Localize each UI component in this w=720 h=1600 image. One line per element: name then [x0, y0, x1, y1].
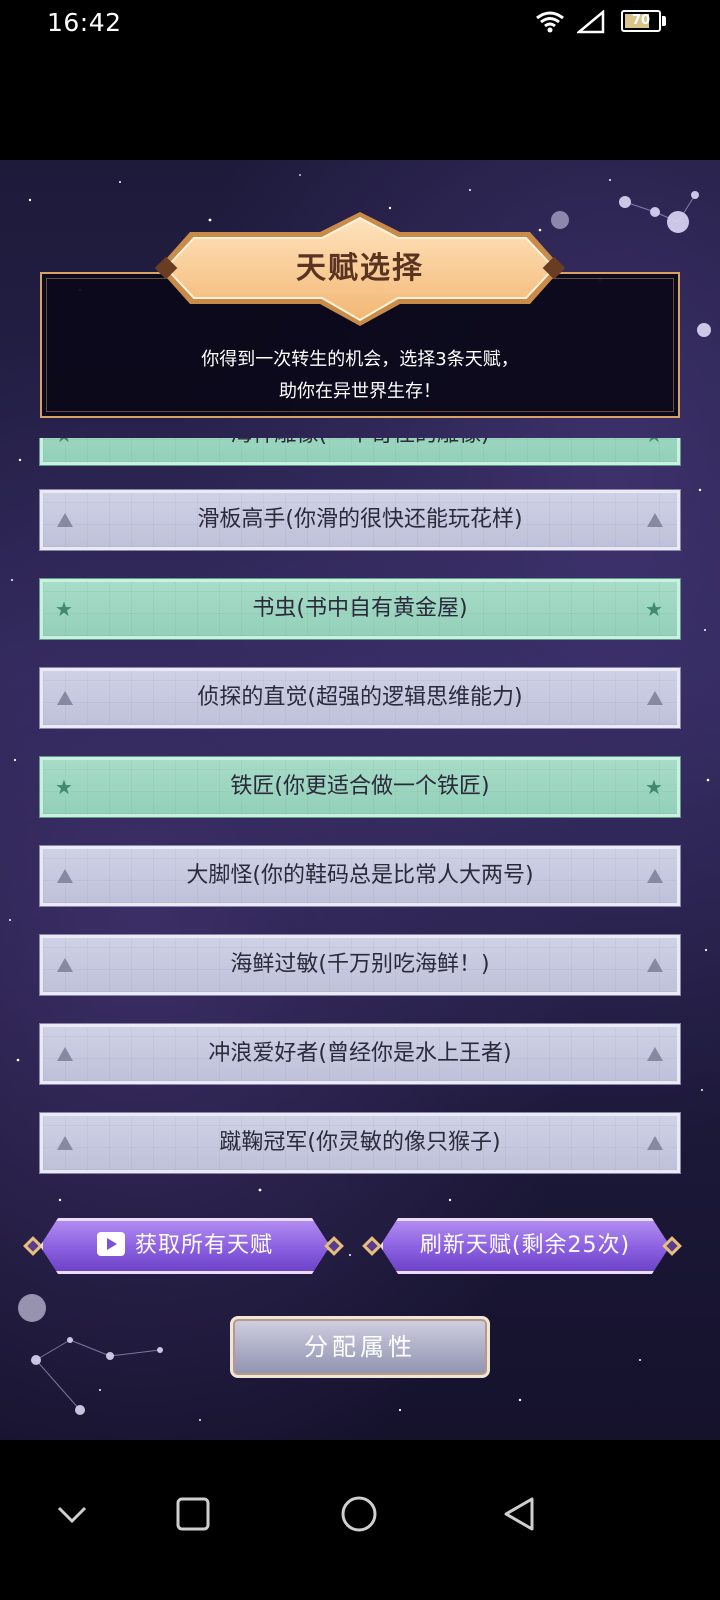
intro-line-1: 你得到一次转生的机会，选择3条天赋， [201, 349, 519, 370]
intro-line-2: 助你在异世界生存！ [279, 381, 441, 402]
wifi-icon [536, 11, 564, 33]
battery-level: 70 [631, 13, 651, 28]
talent-card[interactable]: 蹴鞠冠军(你灵敏的像只猴子) [39, 1112, 681, 1174]
talent-label: 侦探的直觉(超强的逻辑思维能力) [197, 685, 523, 710]
get-all-talents-button[interactable]: 获取所有天赋 [40, 1218, 330, 1274]
star-icon: ★ [645, 775, 663, 799]
cellular-signal-icon [577, 10, 605, 34]
refresh-talents-button[interactable]: 刷新天赋(剩余25次) [380, 1218, 670, 1274]
game-screen: 你得到一次转生的机会，选择3条天赋， 助你在异世界生存！ 天赋选择 ★ 海神雕像… [0, 160, 720, 1440]
talent-card[interactable]: ★ 铁匠(你更适合做一个铁匠) ★ [39, 756, 681, 818]
talent-label: 滑板高手(你滑的很快还能玩花样) [197, 507, 523, 532]
talent-card[interactable]: 侦探的直觉(超强的逻辑思维能力) [39, 667, 681, 729]
triangle-icon [645, 866, 665, 886]
talent-card[interactable]: 滑板高手(你滑的很快还能玩花样) [39, 489, 681, 551]
talent-card[interactable]: ★ 海神雕像(一个奇怪的雕像) ★ [39, 438, 681, 466]
triangle-icon [645, 1133, 665, 1153]
talent-label: 海鲜过敏(千万别吃海鲜！) [230, 952, 490, 977]
recent-apps-icon[interactable] [176, 1497, 210, 1531]
talent-label: 铁匠(你更适合做一个铁匠) [230, 774, 490, 799]
system-navigation-bar [0, 1440, 720, 1600]
intro-text: 你得到一次转生的机会，选择3条天赋， 助你在异世界生存！ [42, 344, 678, 408]
triangle-icon [645, 1044, 665, 1064]
allocate-attributes-button[interactable]: 分配属性 [230, 1316, 490, 1378]
allocate-attributes-label: 分配属性 [304, 1333, 416, 1361]
star-icon: ★ [645, 438, 665, 445]
talent-label: 书虫(书中自有黄金屋) [252, 596, 468, 621]
talent-card[interactable]: 海鲜过敏(千万别吃海鲜！) [39, 934, 681, 996]
back-icon[interactable] [502, 1496, 536, 1532]
battery-icon: 70 [621, 10, 661, 32]
talent-label: 冲浪爱好者(曾经你是水上王者) [208, 1041, 512, 1066]
triangle-icon [645, 688, 665, 708]
talent-card[interactable]: ★ 书虫(书中自有黄金屋) ★ [39, 578, 681, 640]
talent-card[interactable]: 冲浪爱好者(曾经你是水上王者) [39, 1023, 681, 1085]
title-plate: 天赋选择 [150, 208, 570, 330]
video-play-icon [97, 1232, 125, 1256]
talent-label: 大脚怪(你的鞋码总是比常人大两号) [186, 863, 534, 888]
refresh-talents-label: 刷新天赋(剩余25次) [419, 1233, 631, 1258]
talent-label: 海神雕像(一个奇怪的雕像) [43, 438, 677, 462]
status-bar: 16:42 70 [0, 0, 720, 50]
clock: 16:42 [47, 8, 122, 37]
talent-card[interactable]: 大脚怪(你的鞋码总是比常人大两号) [39, 845, 681, 907]
home-icon[interactable] [340, 1495, 378, 1533]
star-icon: ★ [645, 597, 663, 621]
chevron-down-icon[interactable] [56, 1502, 88, 1526]
page-title: 天赋选择 [296, 251, 424, 286]
triangle-icon [645, 955, 665, 975]
get-all-talents-label: 获取所有天赋 [134, 1233, 273, 1258]
triangle-icon [645, 510, 665, 530]
talent-label: 蹴鞠冠军(你灵敏的像只猴子) [219, 1130, 501, 1155]
talent-list[interactable]: ★ 海神雕像(一个奇怪的雕像) ★ 滑板高手(你滑的很快还能玩花样) ★ 书虫(… [0, 438, 720, 1348]
